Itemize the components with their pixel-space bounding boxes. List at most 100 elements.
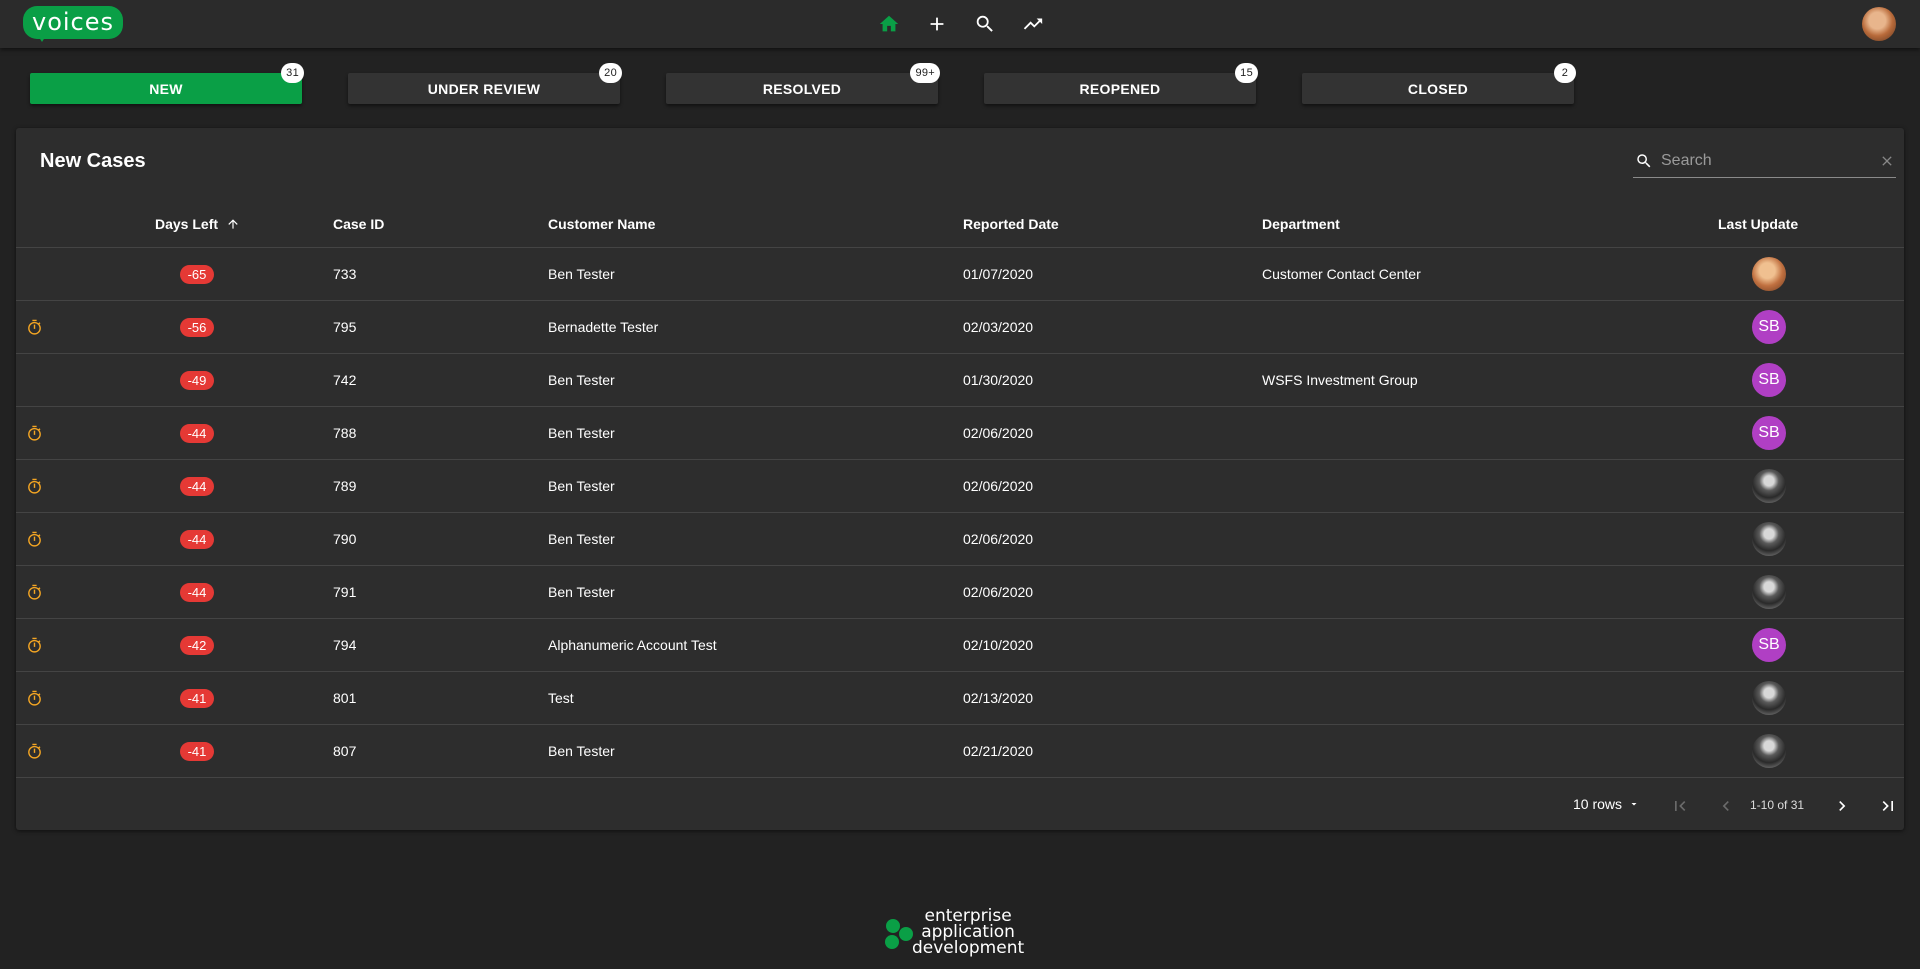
next-page-icon[interactable] bbox=[1832, 796, 1852, 816]
case-id-cell: 807 bbox=[333, 743, 357, 759]
top-nav bbox=[875, 10, 1047, 38]
case-id-cell: 733 bbox=[333, 266, 357, 282]
table-row[interactable]: -44 791 Ben Tester 02/06/2020 bbox=[16, 566, 1904, 619]
trending-icon[interactable] bbox=[1019, 10, 1047, 38]
days-left-badge: -65 bbox=[180, 265, 214, 284]
avatar: SB bbox=[1752, 310, 1786, 344]
timer-icon bbox=[26, 743, 43, 760]
sort-arrow-up-icon bbox=[228, 219, 238, 229]
reported-date-cell: 02/13/2020 bbox=[963, 690, 1034, 706]
avatar bbox=[1752, 734, 1786, 768]
previous-page-icon[interactable] bbox=[1716, 796, 1736, 816]
search-icon[interactable] bbox=[971, 10, 999, 38]
table-row[interactable]: -65 733 Ben Tester 01/07/2020 Customer Conta… bbox=[16, 248, 1904, 301]
column-header-department[interactable]: Department bbox=[1262, 200, 1340, 248]
days-left-badge: -44 bbox=[180, 530, 214, 549]
reported-date-cell: 02/06/2020 bbox=[963, 425, 1034, 441]
case-id-cell: 801 bbox=[333, 690, 357, 706]
column-header-reported-date[interactable]: Reported Date bbox=[963, 200, 1059, 248]
reported-date-cell: 02/03/2020 bbox=[963, 319, 1034, 335]
table-row[interactable]: -56 795 Bernadette Tester 02/03/2020 SB bbox=[16, 301, 1904, 354]
status-tabs: NEW 31 UNDER REVIEW 20 RESOLVED 99+ REOP… bbox=[30, 63, 1576, 104]
reported-date-cell: 02/10/2020 bbox=[963, 637, 1034, 653]
case-id-cell: 790 bbox=[333, 531, 357, 547]
tab-count-badge: 99+ bbox=[910, 63, 940, 83]
column-header-days-left[interactable]: Days Left bbox=[155, 200, 240, 248]
cases-card: New Cases Days Left Case ID Customer Nam… bbox=[16, 128, 1904, 830]
tab-new[interactable]: NEW 31 bbox=[30, 63, 304, 104]
column-header-customer-name[interactable]: Customer Name bbox=[548, 200, 655, 248]
tab-label: REOPENED bbox=[1079, 80, 1161, 97]
customer-name-cell: Test bbox=[548, 690, 574, 706]
customer-name-cell: Ben Tester bbox=[548, 372, 615, 388]
customer-name-cell: Ben Tester bbox=[548, 425, 615, 441]
table-row[interactable]: -44 790 Ben Tester 02/06/2020 bbox=[16, 513, 1904, 566]
tab-count-badge: 20 bbox=[599, 63, 622, 83]
avatar: SB bbox=[1752, 628, 1786, 662]
department-cell: WSFS Investment Group bbox=[1262, 372, 1418, 388]
days-left-badge: -44 bbox=[180, 583, 214, 602]
case-id-cell: 794 bbox=[333, 637, 357, 653]
add-icon[interactable] bbox=[923, 10, 951, 38]
column-header-case-id[interactable]: Case ID bbox=[333, 200, 384, 248]
timer-icon bbox=[26, 531, 43, 548]
logo-text: voices bbox=[31, 8, 115, 36]
voices-logo[interactable]: voices bbox=[23, 6, 123, 42]
home-icon[interactable] bbox=[875, 10, 903, 38]
table-header: Days Left Case ID Customer Name Reported… bbox=[16, 200, 1904, 248]
days-left-badge: -49 bbox=[180, 371, 214, 390]
tab-resolved[interactable]: RESOLVED 99+ bbox=[666, 63, 940, 104]
customer-name-cell: Ben Tester bbox=[548, 266, 615, 282]
customer-name-cell: Ben Tester bbox=[548, 478, 615, 494]
reported-date-cell: 02/06/2020 bbox=[963, 584, 1034, 600]
department-cell: Customer Contact Center bbox=[1262, 266, 1421, 282]
tab-under-review[interactable]: UNDER REVIEW 20 bbox=[348, 63, 622, 104]
last-page-icon[interactable] bbox=[1878, 796, 1898, 816]
tab-reopened[interactable]: REOPENED 15 bbox=[984, 63, 1258, 104]
search-field bbox=[1633, 144, 1896, 178]
brand-text: enterprise application development bbox=[912, 908, 1025, 958]
timer-icon bbox=[26, 478, 43, 495]
table-row[interactable]: -42 794 Alphanumeric Account Test 02/10/202… bbox=[16, 619, 1904, 672]
days-left-badge: -42 bbox=[180, 636, 214, 655]
table-row[interactable]: -44 789 Ben Tester 02/06/2020 bbox=[16, 460, 1904, 513]
first-page-icon[interactable] bbox=[1670, 796, 1690, 816]
brand-dots-icon bbox=[885, 919, 913, 949]
avatar bbox=[1752, 257, 1786, 291]
reported-date-cell: 01/30/2020 bbox=[963, 372, 1034, 388]
days-left-badge: -44 bbox=[180, 477, 214, 496]
table-row[interactable]: -49 742 Ben Tester 01/30/2020 WSFS Investmen… bbox=[16, 354, 1904, 407]
avatar bbox=[1752, 681, 1786, 715]
column-label: Days Left bbox=[155, 216, 219, 232]
enterprise-app-dev-logo: enterprise application development bbox=[882, 908, 1042, 960]
search-input[interactable] bbox=[1661, 148, 1861, 174]
timer-icon bbox=[26, 584, 43, 601]
tab-closed[interactable]: CLOSED 2 bbox=[1302, 63, 1576, 104]
top-app-bar: voices bbox=[0, 0, 1920, 48]
table-row[interactable]: -41 801 Test 02/13/2020 bbox=[16, 672, 1904, 725]
user-avatar[interactable] bbox=[1862, 7, 1896, 41]
rows-per-page-select[interactable]: 10 rows bbox=[1573, 796, 1640, 812]
avatar: SB bbox=[1752, 416, 1786, 450]
avatar bbox=[1752, 469, 1786, 503]
days-left-badge: -41 bbox=[180, 742, 214, 761]
card-title: New Cases bbox=[40, 150, 146, 172]
reported-date-cell: 01/07/2020 bbox=[963, 266, 1034, 282]
tab-count-badge: 2 bbox=[1554, 63, 1576, 83]
tab-label: UNDER REVIEW bbox=[427, 80, 541, 97]
tab-label: CLOSED bbox=[1407, 80, 1469, 97]
days-left-badge: -44 bbox=[180, 424, 214, 443]
rows-per-page-label: 10 rows bbox=[1573, 796, 1623, 812]
table-row[interactable]: -41 807 Ben Tester 02/21/2020 bbox=[16, 725, 1904, 778]
brand-line-3: development bbox=[912, 938, 1025, 958]
timer-icon bbox=[26, 425, 43, 442]
case-id-cell: 791 bbox=[333, 584, 357, 600]
table-row[interactable]: -44 788 Ben Tester 02/06/2020 SB bbox=[16, 407, 1904, 460]
tab-count-badge: 31 bbox=[281, 63, 304, 83]
column-header-last-update[interactable]: Last Update bbox=[1718, 200, 1798, 248]
tab-count-badge: 15 bbox=[1235, 63, 1258, 83]
timer-icon bbox=[26, 637, 43, 654]
reported-date-cell: 02/21/2020 bbox=[963, 743, 1034, 759]
table-body: -65 733 Ben Tester 01/07/2020 Customer Conta… bbox=[16, 248, 1904, 778]
close-icon[interactable] bbox=[1879, 153, 1895, 169]
